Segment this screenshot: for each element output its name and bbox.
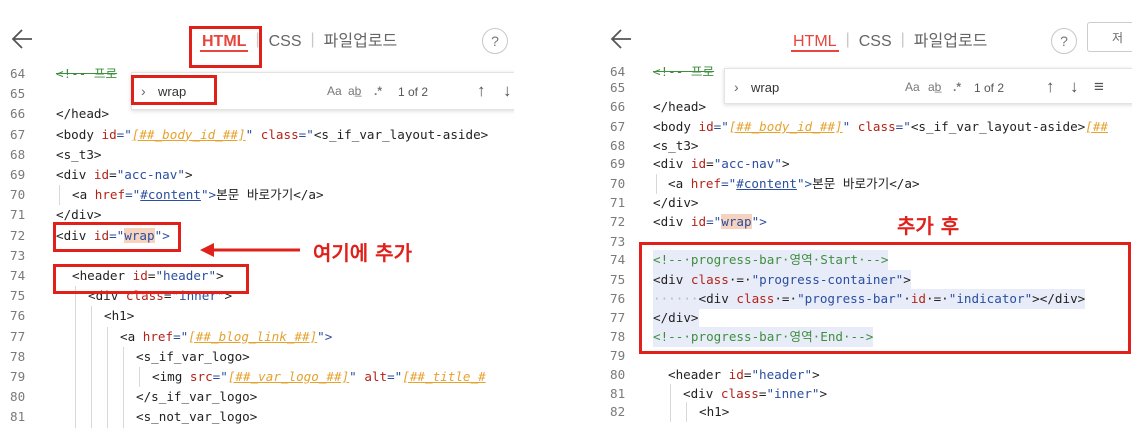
save-button[interactable]: 저 (1087, 22, 1132, 52)
editor-tabs: HTML | CSS | 파일업로드 (791, 0, 989, 66)
match-case-icon[interactable]: Aa (327, 84, 342, 98)
tab-css[interactable]: CSS (267, 0, 304, 66)
tab-separator: | (845, 31, 850, 48)
highlight-box-wrap-div (53, 222, 181, 252)
back-arrow-icon[interactable] (609, 26, 635, 52)
help-icon[interactable]: ? (482, 28, 508, 54)
arrow-left-icon (200, 243, 300, 257)
code-line: 70 <a href="#content">본문 바로가기</a> (597, 174, 1132, 195)
code-line: 67 <body id="[##_body_id_##]" class="<s_i… (610, 119, 1108, 134)
tab-file-upload[interactable]: 파일업로드 (912, 0, 990, 66)
annotation-after-add: 추가 후 (897, 214, 960, 238)
find-input[interactable]: wrap (751, 80, 779, 95)
code-line: 67 <body id="[##_body_id_##]" class="<s_i… (10, 126, 489, 142)
highlight-box-added-code (639, 242, 1131, 354)
tab-separator: | (310, 31, 315, 48)
whole-word-icon[interactable]: ab̲ (348, 84, 361, 98)
match-count: 1 of 2 (398, 85, 429, 99)
editor-panel-after: HTML | CSS | 파일업로드 ? 저 64 <!-- 프로 65 66 </… (597, 0, 1132, 431)
whole-word-icon[interactable]: ab̲ (928, 80, 941, 94)
code-line: 69 <div id="acc-nav"> (10, 167, 193, 182)
annotation-add-here: 여기에 추가 (313, 241, 412, 265)
help-icon[interactable]: ? (1051, 28, 1077, 54)
tab-css[interactable]: CSS (857, 0, 894, 66)
tab-html[interactable]: HTML (791, 0, 839, 66)
code-line: 68 <s_t3> (10, 146, 102, 162)
code-line: 69 <div id="acc-nav"> (610, 156, 790, 171)
tab-file-upload[interactable]: 파일업로드 (322, 0, 400, 66)
menu-icon[interactable]: ≡ (1094, 77, 1104, 97)
code-line: 77 <a href="[##_blog_link_##]"> (0, 326, 514, 347)
tab-separator: | (900, 31, 905, 48)
editor-tab-header: HTML | CSS | 파일업로드 ? 저 (597, 0, 1132, 66)
code-line: 76 <h1> (0, 306, 514, 327)
code-line: 79 <img src="[##_var_logo_##]" alt="[##_t… (0, 367, 514, 388)
code-line: 80 </s_if_var_logo> (0, 387, 514, 408)
code-line: 70 <a href="#content">본문 바로가기</a> (0, 185, 514, 206)
find-bar: › wrap Aa ab̲ .* 1 of 2 ↑ ↓ ≡ (724, 68, 1132, 104)
arrow-down-icon[interactable]: ↓ (503, 81, 512, 101)
code-line: 72 <div id="wrap"> (610, 214, 767, 229)
arrow-up-icon[interactable]: ↑ (477, 81, 486, 101)
regex-icon[interactable]: .* (953, 80, 961, 94)
arrow-up-icon[interactable]: ↑ (1046, 77, 1055, 97)
arrow-down-icon[interactable]: ↓ (1070, 77, 1079, 97)
chevron-right-icon[interactable]: › (734, 79, 739, 95)
regex-icon[interactable]: .* (374, 84, 382, 98)
back-arrow-icon[interactable] (10, 26, 36, 52)
code-line: 82 <h1> (597, 402, 1132, 423)
editor-panel-before: HTML | CSS | 파일업로드 ? 64 <!-- 프로 65 66 </he… (0, 0, 514, 431)
highlight-box-find-query (131, 75, 217, 105)
highlight-box-html-tab (189, 26, 262, 68)
highlight-box-header (53, 264, 249, 294)
code-line: 71 </div> (610, 195, 699, 210)
code-line: 81 <s_not_var_logo> (0, 407, 514, 428)
match-count: 1 of 2 (974, 81, 1005, 95)
match-case-icon[interactable]: Aa (905, 80, 920, 94)
code-line: 78 <s_if_var_logo> (0, 346, 514, 367)
code-line: 80 <header id="header"> (610, 367, 820, 382)
